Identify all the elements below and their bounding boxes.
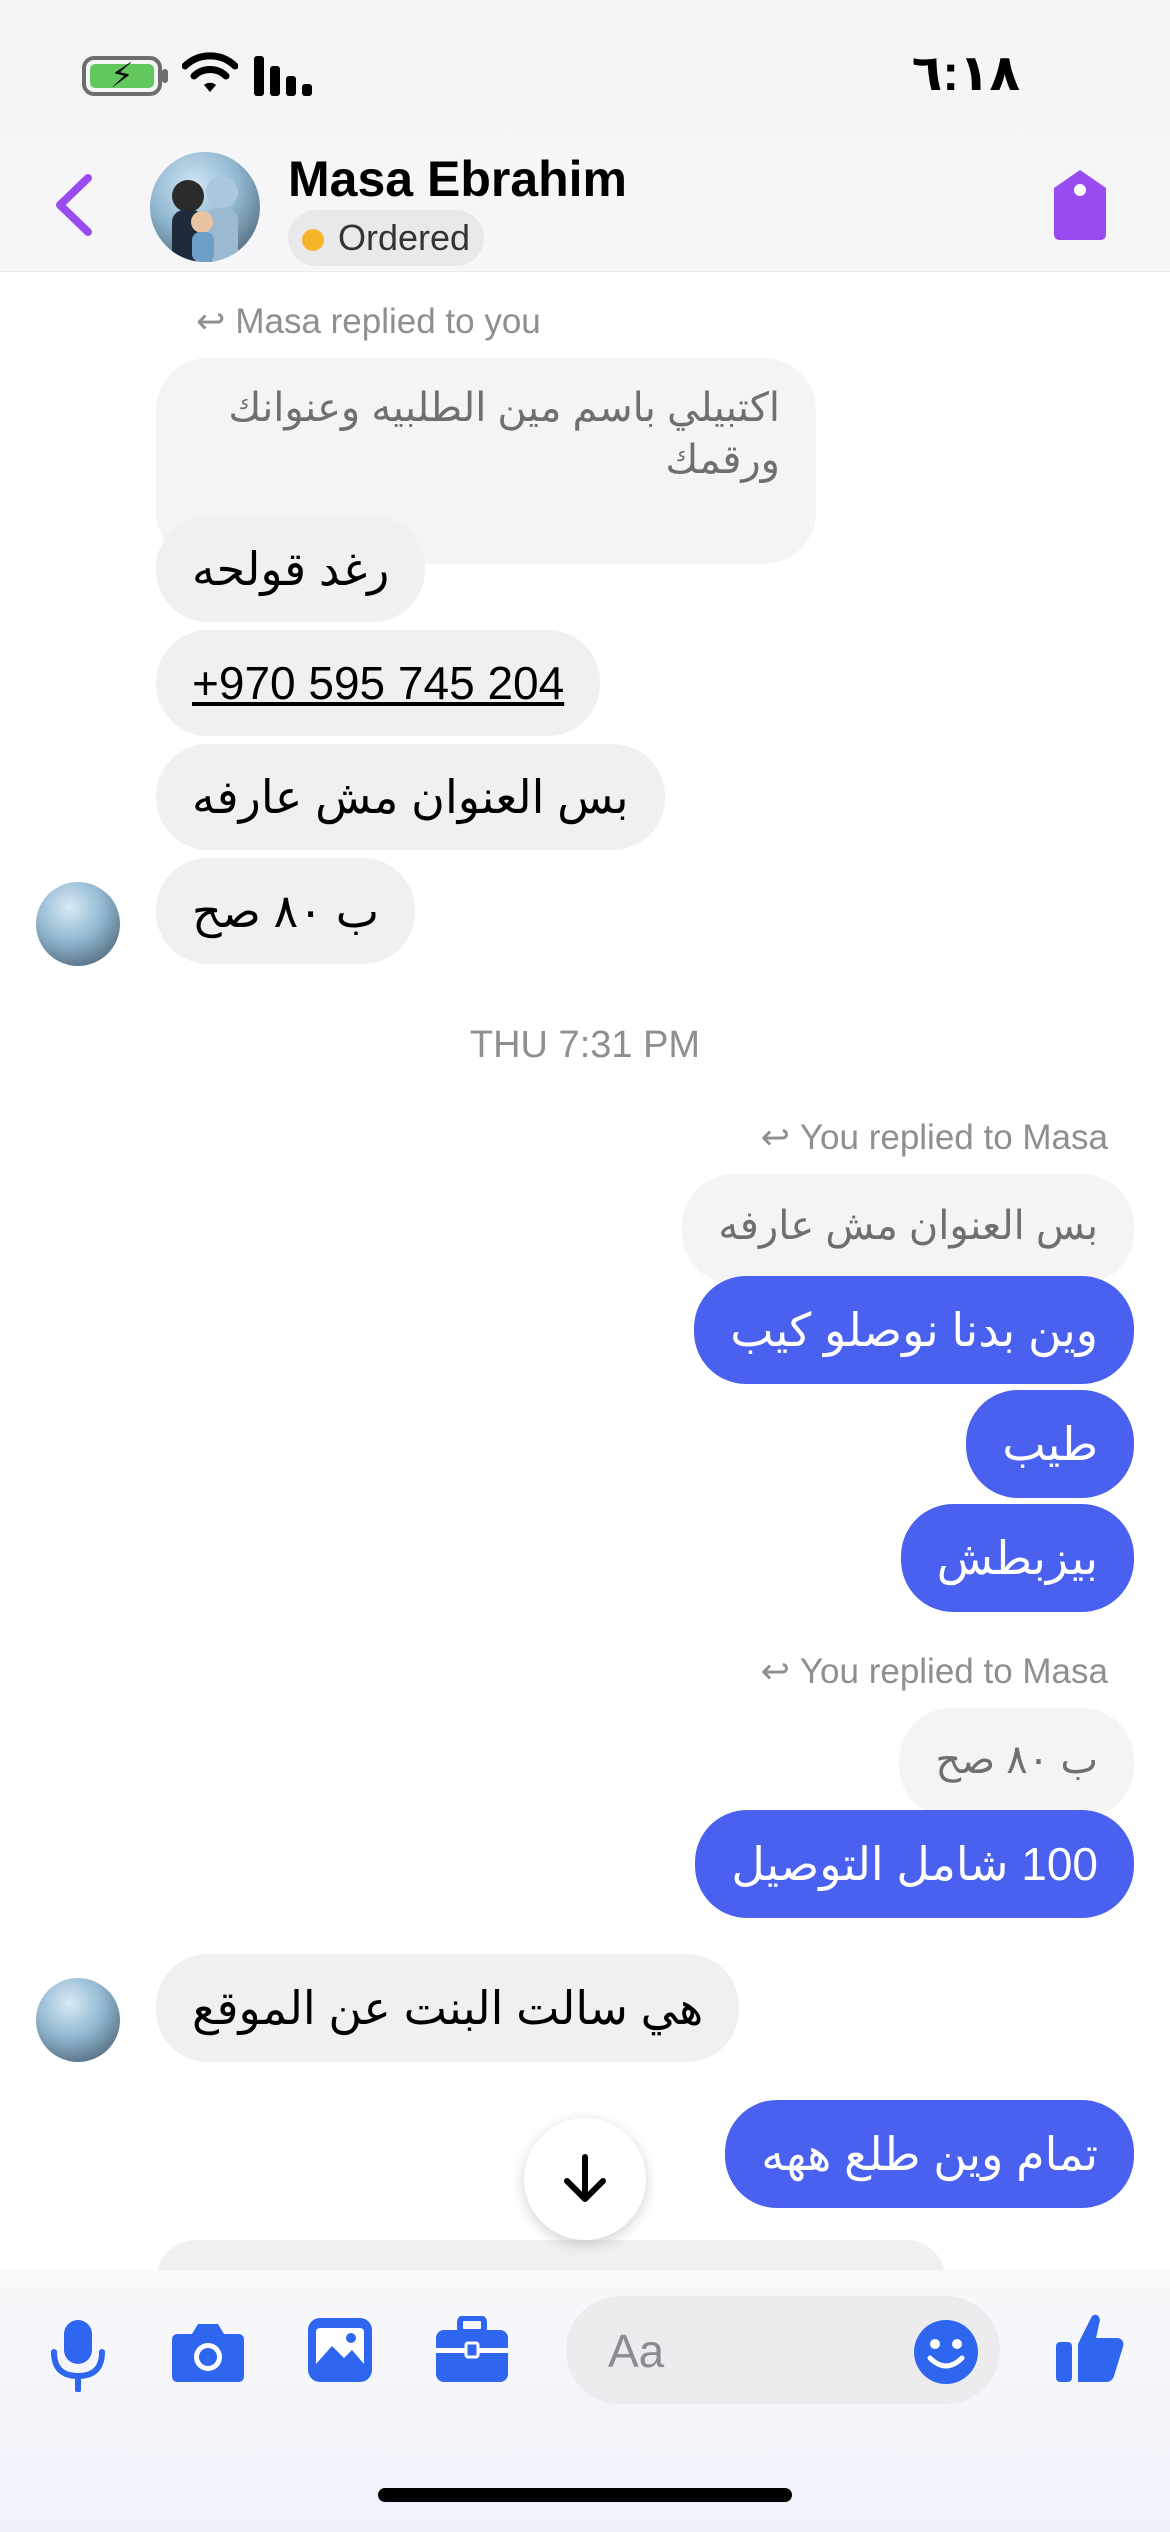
wifi-icon — [182, 52, 238, 92]
quoted-message[interactable]: ب ٨٠ صح — [899, 1708, 1134, 1818]
signal-icon — [254, 56, 312, 96]
back-chevron-icon[interactable] — [52, 172, 96, 238]
home-indicator — [378, 2488, 792, 2502]
status-dot — [302, 229, 324, 251]
sender-avatar[interactable] — [36, 882, 120, 966]
reply-arrow-icon: ↩ — [760, 1118, 790, 1157]
battery-icon: ⚡ — [82, 56, 168, 96]
incoming-message[interactable]: ب ٨٠ صح — [156, 858, 416, 964]
incoming-message[interactable]: بس العنوان مش عارفه — [156, 744, 665, 850]
briefcase-icon[interactable] — [434, 2316, 510, 2384]
incoming-message[interactable]: رغد قولحه — [156, 516, 426, 622]
contact-avatar[interactable] — [150, 152, 260, 262]
timestamp: THU 7:31 PM — [469, 1024, 701, 1066]
outgoing-message[interactable]: بيزبطش — [900, 1504, 1134, 1612]
thumbs-up-icon[interactable] — [1054, 2310, 1126, 2384]
outgoing-message[interactable]: 100 شامل التوصيل — [695, 1810, 1134, 1918]
scroll-to-bottom-button[interactable] — [524, 2118, 646, 2240]
arrow-down-icon — [564, 2154, 606, 2202]
outgoing-message[interactable]: وين بدنا نوصلو كيب — [694, 1276, 1134, 1384]
status-label: Ordered — [338, 217, 471, 258]
emoji-icon[interactable] — [912, 2318, 980, 2386]
message-input-placeholder: Aa — [608, 2325, 665, 2377]
reply-note: ↩ Masa replied to you — [196, 302, 541, 341]
reply-note: ↩ You replied to Masa — [760, 1118, 1108, 1157]
reply-arrow-icon: ↩ — [760, 1652, 790, 1691]
reply-note: ↩ You replied to Masa — [760, 1652, 1108, 1691]
quoted-message[interactable]: بس العنوان مش عارفه — [682, 1174, 1134, 1284]
outgoing-message[interactable]: طيب — [966, 1390, 1134, 1498]
outgoing-message[interactable]: تمام وين طلع ههه — [725, 2100, 1134, 2208]
microphone-icon[interactable] — [48, 2318, 108, 2392]
status-time: ٦:١٨ — [911, 45, 1020, 101]
incoming-phone-link[interactable]: +970 595 745 204 — [156, 630, 601, 736]
incoming-message[interactable]: هي سالت البنت عن الموقع — [156, 1954, 740, 2062]
status-badge[interactable]: Ordered — [288, 210, 485, 266]
reply-arrow-icon: ↩ — [196, 302, 226, 341]
photo-icon[interactable] — [306, 2316, 374, 2384]
contact-name[interactable]: Masa Ebrahim — [288, 150, 627, 208]
sender-avatar[interactable] — [36, 1978, 120, 2062]
camera-icon[interactable] — [170, 2318, 246, 2384]
label-tag-icon[interactable] — [1050, 168, 1110, 242]
